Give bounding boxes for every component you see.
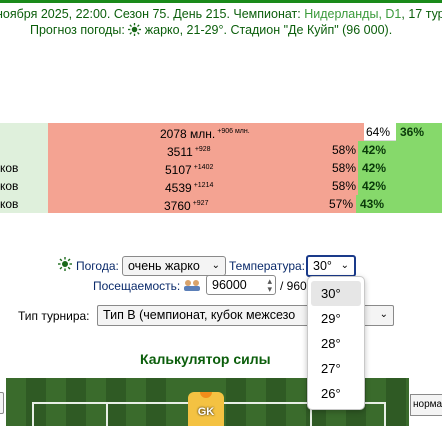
table-row: ков 5107 +1402 58% 42%: [0, 159, 442, 177]
row-pct-away: 42%: [358, 159, 442, 177]
table-row: 3511 +928 58% 42%: [0, 141, 442, 159]
row-name: [0, 123, 48, 141]
dropdown-option[interactable]: 30°: [311, 281, 361, 306]
right-player-select[interactable]: норма: [410, 394, 442, 416]
temperature-label: Температура:: [229, 259, 306, 273]
row-pct-home: 58%: [332, 161, 357, 175]
dropdown-option[interactable]: 27°: [311, 356, 361, 381]
dropdown-option[interactable]: 29°: [311, 306, 361, 331]
row-pct-away: 43%: [356, 195, 442, 213]
weather-forecast-line: Прогноз погоды: жарко, 21-29°. Стадион "…: [30, 23, 393, 37]
championship-link[interactable]: Нидерланды, D1: [304, 7, 401, 21]
dropdown-option[interactable]: 26°: [311, 381, 361, 406]
chevron-down-icon: ⌄: [211, 260, 220, 271]
temperature-select[interactable]: 30° ⌄: [306, 255, 356, 277]
row-pct-away: 42%: [358, 141, 442, 159]
row-value: 3511 +928: [167, 145, 211, 159]
row-pct-home: 58%: [332, 143, 357, 157]
sun-icon: [128, 23, 142, 36]
row-name: [0, 141, 48, 159]
row-name: ков: [0, 159, 48, 177]
row-pct-away: 42%: [358, 177, 442, 195]
row-value: 3760 +927: [164, 199, 209, 213]
team-comparison-table: 2078 млн. +906 млн. 64% 36% 3511 +928 58% …: [0, 123, 442, 213]
row-value: 2078 млн. +906 млн.: [160, 127, 250, 141]
row-pct-home: 64%: [366, 125, 391, 139]
table-row: ков 4539 +1214 58% 42%: [0, 177, 442, 195]
calculator-title: Калькулятор силы: [140, 351, 271, 367]
chevron-down-icon: ⌄: [379, 309, 388, 320]
row-pct-home: 58%: [332, 179, 357, 193]
spinner-arrows-icon[interactable]: ▴ ▾: [267, 277, 272, 294]
weather-label: Погода:: [76, 259, 119, 273]
attendance-label: Посещаемость:: [93, 279, 181, 293]
row-pct-home: 57%: [329, 197, 354, 211]
match-info-line: ноября 2025, 22:00. Сезон 75. День 215. …: [0, 7, 442, 21]
row-pct-away: 36%: [396, 123, 442, 141]
tournament-label: Тип турнира:: [18, 309, 90, 323]
table-row: 2078 млн. +906 млн. 64% 36%: [0, 123, 442, 141]
top-accent-bar: [0, 0, 442, 3]
weather-select[interactable]: очень жарко ⌄: [122, 256, 226, 276]
table-row: ков 3760 +927 57% 43%: [0, 195, 442, 213]
chevron-down-icon: ⌄: [340, 260, 349, 271]
row-value: 4539 +1214: [165, 181, 214, 195]
sun-icon: [58, 257, 72, 271]
goalkeeper-shirt[interactable]: GK: [188, 392, 224, 426]
row-name: ков: [0, 177, 48, 195]
attendance-input[interactable]: 96000 ▴ ▾: [206, 275, 276, 295]
left-player-select[interactable]: [0, 392, 4, 414]
temperature-dropdown: 30° 29° 28° 27° 26°: [307, 276, 365, 410]
row-value: 5107 +1402: [165, 163, 214, 177]
visitors-icon: [184, 280, 200, 291]
attendance-max: / 960: [280, 279, 307, 293]
row-name: ков: [0, 195, 48, 213]
dropdown-option[interactable]: 28°: [311, 331, 361, 356]
